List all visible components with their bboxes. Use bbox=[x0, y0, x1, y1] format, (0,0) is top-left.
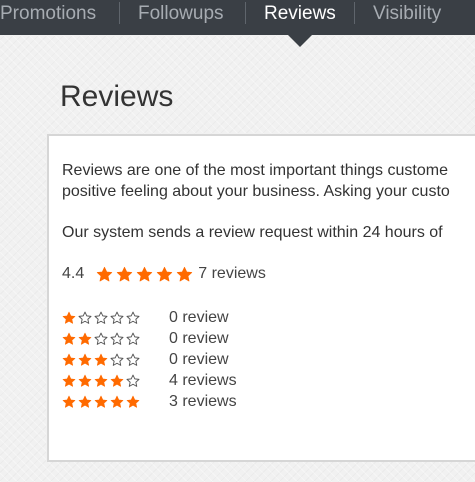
star-outline-icon bbox=[110, 311, 124, 325]
reviews-card: Reviews are one of the most important th… bbox=[47, 134, 475, 462]
distribution-count-label: 0 review bbox=[169, 329, 229, 347]
star-outline-icon bbox=[110, 332, 124, 346]
star-filled-icon bbox=[62, 332, 76, 346]
distribution-row-3-star: 0 review bbox=[62, 349, 237, 370]
distribution-count-label: 4 reviews bbox=[169, 371, 237, 389]
tab-promotions[interactable]: Promotions bbox=[0, 0, 96, 27]
star-filled-icon bbox=[136, 266, 153, 283]
rating-distribution: 0 review 0 review 0 review 4 reviews 3 revie… bbox=[62, 307, 237, 412]
distribution-count-label: 0 review bbox=[169, 308, 229, 326]
star-filled-icon bbox=[126, 395, 140, 409]
star-outline-icon bbox=[126, 353, 140, 367]
star-filled-icon bbox=[94, 374, 108, 388]
star-filled-icon bbox=[78, 332, 92, 346]
row-stars bbox=[62, 374, 169, 388]
page-title: Reviews bbox=[60, 80, 174, 113]
tab-divider bbox=[119, 2, 120, 24]
top-nav: Promotions Followups Reviews Visibility bbox=[0, 0, 475, 35]
intro-line-2: positive feeling about your business. As… bbox=[62, 183, 450, 200]
star-filled-icon bbox=[110, 374, 124, 388]
intro-line-1: Reviews are one of the most important th… bbox=[62, 162, 448, 179]
star-filled-icon bbox=[62, 353, 76, 367]
row-stars bbox=[62, 311, 169, 325]
star-outline-icon bbox=[110, 353, 124, 367]
star-filled-icon bbox=[62, 374, 76, 388]
row-stars bbox=[62, 332, 169, 346]
review-count[interactable]: 7 reviews bbox=[198, 265, 266, 283]
star-outline-icon bbox=[94, 311, 108, 325]
star-filled-icon bbox=[156, 266, 173, 283]
star-filled-icon bbox=[116, 266, 133, 283]
star-outline-icon bbox=[126, 374, 140, 388]
intro-line-3: Our system sends a review request within… bbox=[62, 224, 443, 241]
distribution-row-2-star: 0 review bbox=[62, 328, 237, 349]
rating-summary: 4.4 7 reviews bbox=[62, 264, 266, 284]
star-filled-icon bbox=[62, 395, 76, 409]
distribution-row-1-star: 0 review bbox=[62, 307, 237, 328]
star-filled-icon bbox=[176, 266, 193, 283]
star-outline-icon bbox=[78, 311, 92, 325]
active-tab-pointer bbox=[288, 35, 312, 47]
star-outline-icon bbox=[126, 311, 140, 325]
star-filled-icon bbox=[110, 395, 124, 409]
tab-followups[interactable]: Followups bbox=[138, 0, 224, 27]
distribution-count-label: 0 review bbox=[169, 350, 229, 368]
star-filled-icon bbox=[78, 395, 92, 409]
star-filled-icon bbox=[78, 353, 92, 367]
distribution-row-4-star: 4 reviews bbox=[62, 370, 237, 391]
star-filled-icon bbox=[96, 266, 113, 283]
star-outline-icon bbox=[94, 332, 108, 346]
tab-divider bbox=[245, 2, 246, 24]
intro-text: Reviews are one of the most important th… bbox=[62, 160, 450, 202]
star-filled-icon bbox=[78, 374, 92, 388]
tab-visibility[interactable]: Visibility bbox=[373, 0, 441, 27]
star-filled-icon bbox=[62, 311, 76, 325]
row-stars bbox=[62, 353, 169, 367]
row-stars bbox=[62, 395, 169, 409]
star-filled-icon bbox=[94, 395, 108, 409]
distribution-row-5-star: 3 reviews bbox=[62, 391, 237, 412]
tab-reviews[interactable]: Reviews bbox=[264, 0, 336, 27]
average-rating: 4.4 bbox=[62, 265, 85, 282]
distribution-count-label: 3 reviews bbox=[169, 392, 237, 410]
average-stars bbox=[96, 266, 196, 283]
star-filled-icon bbox=[94, 353, 108, 367]
tab-divider bbox=[354, 2, 355, 24]
star-outline-icon bbox=[126, 332, 140, 346]
